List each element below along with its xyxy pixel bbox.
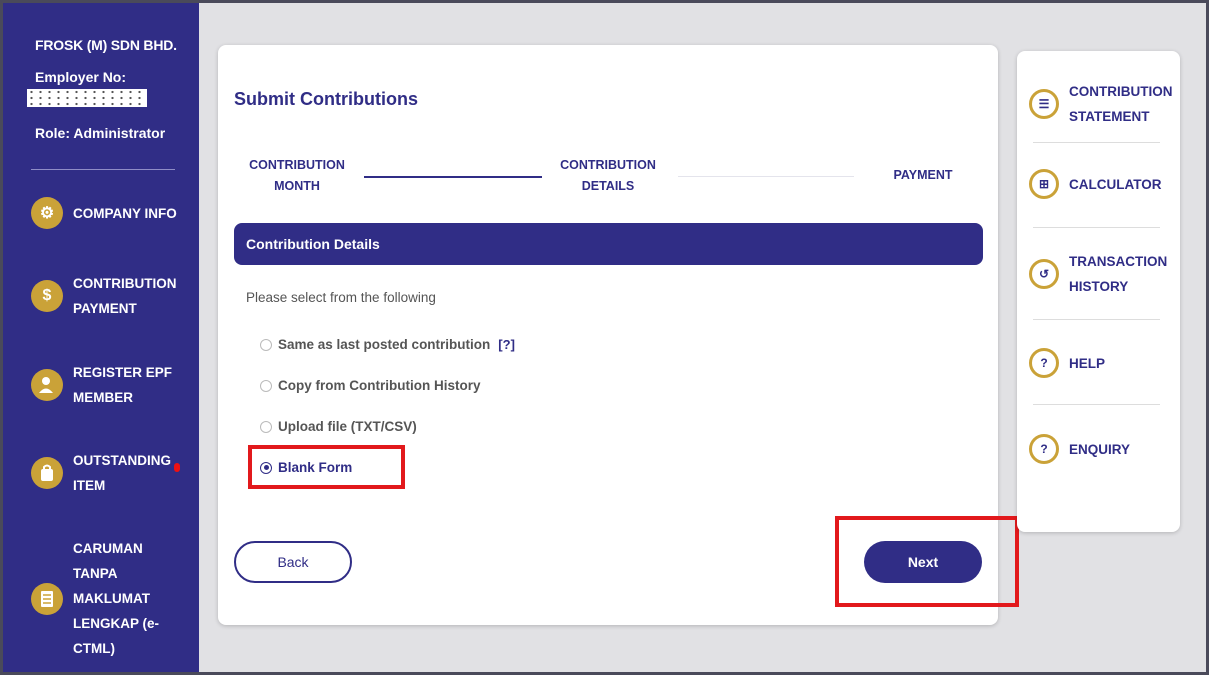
company-name: FROSK (M) SDN BHD. — [35, 37, 177, 53]
sidebar-item-label: COMPANY INFO — [73, 205, 177, 221]
sidebar: FROSK (M) SDN BHD. Employer No: Role: Ad… — [3, 3, 199, 672]
document-icon — [31, 582, 63, 615]
section-header: Contribution Details — [234, 223, 983, 265]
panel-item-label: HELP — [1069, 355, 1106, 371]
page-title: Submit Contributions — [234, 89, 418, 109]
employer-no-masked — [27, 89, 147, 107]
panel-item-help[interactable]: ? HELP — [1029, 348, 1105, 378]
step-contribution-month: CONTRIBUTION MONTH — [249, 158, 345, 193]
sidebar-item-company-info[interactable]: ⚙ COMPANY INFO — [31, 197, 177, 229]
panel-item-transaction-history[interactable]: ↺ TRANSACTION HISTORY — [1029, 249, 1167, 299]
option-upload-file[interactable]: Upload file (TXT/CSV) — [260, 419, 417, 434]
radio-button[interactable] — [260, 420, 272, 433]
panel-divider — [1033, 227, 1160, 228]
option-label: Copy from Contribution History — [278, 378, 481, 393]
instruction-text: Please select from the following — [246, 290, 436, 305]
step-remaining-line — [678, 176, 854, 177]
highlight-box-next — [835, 516, 1019, 607]
panel-item-contribution-statement[interactable]: ☰ CONTRIBUTION STATEMENT — [1029, 79, 1173, 129]
panel-item-label: CALCULATOR — [1069, 176, 1162, 192]
enquiry-icon: ? — [1029, 434, 1059, 464]
panel-item-enquiry[interactable]: ? ENQUIRY — [1029, 434, 1130, 464]
sidebar-item-label: CARUMAN TANPA MAKLUMAT LENGKAP (e- CTML) — [73, 541, 160, 656]
money-hand-icon: $ — [31, 280, 63, 312]
user-register-icon — [31, 369, 63, 401]
option-label: Upload file (TXT/CSV) — [278, 419, 417, 434]
panel-divider — [1033, 142, 1160, 143]
app-frame: FROSK (M) SDN BHD. Employer No: Role: Ad… — [3, 3, 1206, 672]
help-link[interactable]: [?] — [498, 337, 515, 352]
radio-button[interactable] — [260, 379, 272, 392]
sidebar-item-e-ctml[interactable]: CARUMAN TANPA MAKLUMAT LENGKAP (e- CTML) — [31, 536, 159, 661]
option-same-as-last[interactable]: Same as last posted contribution [?] — [260, 337, 515, 352]
help-icon: ? — [1029, 348, 1059, 378]
employer-no-label: Employer No: — [35, 69, 127, 85]
option-copy-history[interactable]: Copy from Contribution History — [260, 378, 481, 393]
role-label: Role: Administrator — [35, 125, 166, 141]
option-label: Same as last posted contribution — [278, 337, 491, 352]
panel-item-calculator[interactable]: ⊞ CALCULATOR — [1029, 169, 1162, 199]
step-payment: PAYMENT — [893, 168, 953, 182]
calculator-icon: ⊞ — [1029, 169, 1059, 199]
sidebar-item-label: OUTSTANDING ITEM — [73, 453, 171, 493]
sidebar-item-outstanding-item[interactable]: OUTSTANDING ITEM — [31, 448, 180, 498]
history-icon: ↺ — [1029, 259, 1059, 289]
sidebar-item-contribution-payment[interactable]: $ CONTRIBUTION PAYMENT — [31, 271, 177, 321]
highlight-box-blank-form — [248, 445, 405, 489]
step-progress-line — [364, 176, 542, 178]
panel-item-label: TRANSACTION HISTORY — [1069, 254, 1168, 294]
statement-icon: ☰ — [1029, 89, 1059, 119]
right-panel: ☰ CONTRIBUTION STATEMENT ⊞ CALCULATOR ↺ … — [1017, 51, 1180, 532]
panel-divider — [1033, 404, 1160, 405]
sidebar-item-register-epf-member[interactable]: REGISTER EPF MEMBER — [31, 360, 172, 410]
step-contribution-details: CONTRIBUTION DETAILS — [560, 158, 656, 193]
sidebar-item-label: CONTRIBUTION PAYMENT — [73, 276, 177, 316]
radio-button[interactable] — [260, 338, 272, 351]
back-button[interactable]: Back — [234, 541, 352, 583]
notification-dot — [174, 463, 180, 472]
panel-divider — [1033, 319, 1160, 320]
bag-icon — [31, 457, 63, 489]
gear-icon: ⚙ — [31, 197, 63, 229]
panel-item-label: ENQUIRY — [1069, 441, 1131, 457]
sidebar-item-label: REGISTER EPF MEMBER — [73, 365, 173, 405]
sidebar-divider — [31, 169, 175, 170]
panel-item-label: CONTRIBUTION STATEMENT — [1069, 84, 1173, 124]
